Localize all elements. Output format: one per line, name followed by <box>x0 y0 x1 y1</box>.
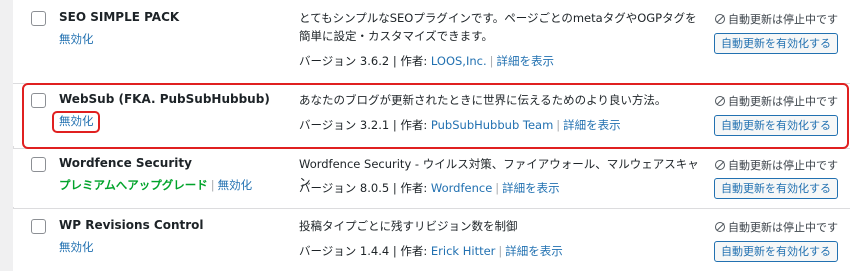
separator: | <box>210 178 215 192</box>
plugin-select-checkbox[interactable] <box>31 11 46 26</box>
plugin-description: とてもシンプルなSEOプラグインです。ページごとのmetaタグやOGPタグを簡単… <box>299 11 697 43</box>
upgrade-premium-link[interactable]: プレミアムへアップグレード <box>59 178 208 192</box>
author-link[interactable]: Erick Hitter <box>431 244 496 258</box>
plugin-row-seo-simple-pack: SEO SIMPLE PACK 無効化 とてもシンプルなSEOプラグインです。ペ… <box>13 0 850 83</box>
plugin-meta: バージョン 1.4.4 | 作者: Erick Hitter | 詳細を表示 <box>299 243 563 259</box>
version-author-text: バージョン 3.2.1 | 作者: <box>299 118 431 132</box>
plugin-name: WP Revisions Control <box>59 218 204 232</box>
plugin-actions: 無効化 <box>59 239 94 255</box>
author-link[interactable]: PubSubHubbub Team <box>431 118 553 132</box>
plugin-select-checkbox[interactable] <box>31 93 46 108</box>
plugin-description: あなたのブログが更新されたときに世界に伝えるためのより良い方法。 <box>299 93 667 107</box>
deactivate-link[interactable]: 無効化 <box>218 178 253 192</box>
auto-update-status-text: 自動更新は停止中です <box>728 13 838 26</box>
enable-auto-update-button[interactable]: 自動更新を有効化する <box>714 178 838 199</box>
plugin-row-wp-revisions-control: WP Revisions Control 無効化 投稿タイプごとに残すリビジョン… <box>13 209 850 271</box>
plugin-actions: プレミアムへアップグレード | 無効化 <box>59 177 252 193</box>
view-details-link[interactable]: 詳細を表示 <box>497 54 555 68</box>
version-author-text: バージョン 1.4.4 | 作者: <box>299 244 431 258</box>
deactivate-link[interactable]: 無効化 <box>59 114 94 128</box>
view-details-link[interactable]: 詳細を表示 <box>505 244 563 258</box>
author-link[interactable]: LOOS,Inc. <box>431 54 487 68</box>
auto-update-status-text: 自動更新は停止中です <box>728 95 838 108</box>
separator: | <box>495 181 500 195</box>
auto-update-status-text: 自動更新は停止中です <box>728 159 838 172</box>
plugin-select-checkbox[interactable] <box>31 157 46 172</box>
plugin-select-checkbox[interactable] <box>31 219 46 234</box>
plugin-meta: バージョン 8.0.5 | 作者: Wordfence | 詳細を表示 <box>299 180 560 196</box>
version-author-text: バージョン 8.0.5 | 作者: <box>299 181 431 195</box>
author-link[interactable]: Wordfence <box>431 181 492 195</box>
plugin-name: SEO SIMPLE PACK <box>59 10 180 24</box>
auto-update-status: 自動更新は停止中です <box>715 11 838 27</box>
plugin-actions: 無効化 <box>59 31 94 47</box>
disabled-circle-icon <box>715 14 725 24</box>
disabled-circle-icon <box>715 96 725 106</box>
auto-update-status-text: 自動更新は停止中です <box>728 221 838 234</box>
auto-update-status: 自動更新は停止中です <box>715 93 838 109</box>
view-details-link[interactable]: 詳細を表示 <box>563 118 621 132</box>
plugin-meta: バージョン 3.2.1 | 作者: PubSubHubbub Team | 詳細を表… <box>299 117 621 133</box>
deactivate-link[interactable]: 無効化 <box>59 240 94 254</box>
disabled-circle-icon <box>715 160 725 170</box>
plugin-name: Wordfence Security <box>59 156 192 170</box>
plugin-name: WebSub (FKA. PubSubHubbub) <box>59 92 270 106</box>
plugin-actions: 無効化 <box>59 113 94 129</box>
auto-update-status: 自動更新は停止中です <box>715 157 838 173</box>
separator: | <box>556 118 561 132</box>
separator: | <box>498 244 503 258</box>
plugin-row-wordfence: Wordfence Security プレミアムへアップグレード | 無効化 Wor… <box>13 149 850 207</box>
plugin-description: 投稿タイプごとに残すリビジョン数を制御 <box>299 219 518 233</box>
view-details-link[interactable]: 詳細を表示 <box>502 181 560 195</box>
enable-auto-update-button[interactable]: 自動更新を有効化する <box>714 241 838 262</box>
version-author-text: バージョン 3.6.2 | 作者: <box>299 54 431 68</box>
auto-update-status: 自動更新は停止中です <box>715 219 838 235</box>
separator: | <box>489 54 494 68</box>
disabled-circle-icon <box>715 222 725 232</box>
plugins-list-frame: SEO SIMPLE PACK 無効化 とてもシンプルなSEOプラグインです。ペ… <box>0 0 850 271</box>
enable-auto-update-button[interactable]: 自動更新を有効化する <box>714 115 838 136</box>
plugin-meta: バージョン 3.6.2 | 作者: LOOS,Inc. | 詳細を表示 <box>299 53 554 69</box>
enable-auto-update-button[interactable]: 自動更新を有効化する <box>714 33 838 54</box>
deactivate-link[interactable]: 無効化 <box>59 32 94 46</box>
plugin-row-websub: WebSub (FKA. PubSubHubbub) 無効化 あなたのブログが更… <box>13 84 850 146</box>
